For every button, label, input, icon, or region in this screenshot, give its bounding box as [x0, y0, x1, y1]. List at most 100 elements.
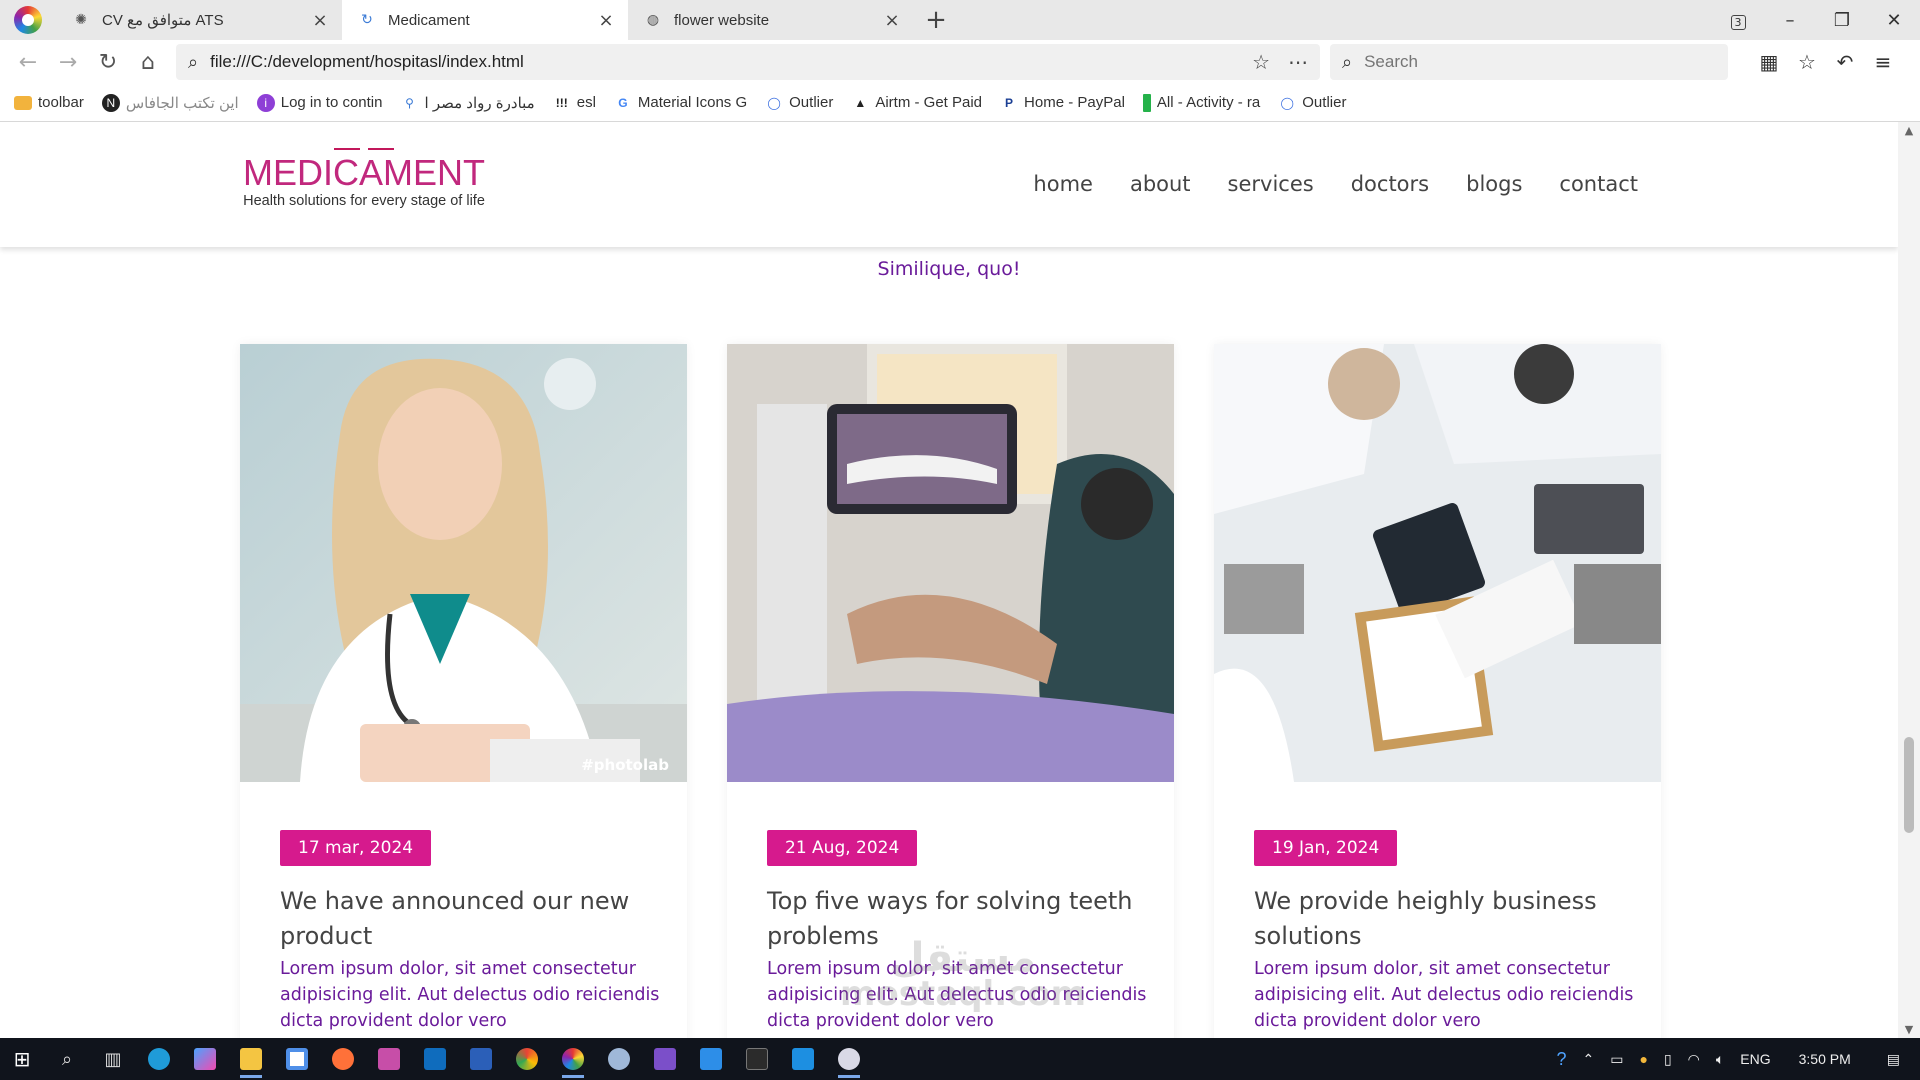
site-logo[interactable]: MEDICAMENT Health solutions for every st…: [243, 148, 485, 209]
close-icon[interactable]: ×: [310, 10, 330, 31]
nav-blogs[interactable]: blogs: [1466, 172, 1522, 196]
search-field[interactable]: ⌕: [1330, 44, 1728, 80]
blog-card[interactable]: #photolab 17 mar, 2024 We have announced…: [240, 344, 687, 1038]
nav-doctors[interactable]: doctors: [1351, 172, 1429, 196]
nav-about[interactable]: about: [1130, 172, 1191, 196]
exclaim-icon: !!!: [555, 95, 568, 110]
clock[interactable]: 3:50 PM: [1799, 1051, 1851, 1067]
close-icon[interactable]: ×: [596, 10, 616, 31]
bookmark-airtm[interactable]: ▲ Airtm - Get Paid: [851, 94, 982, 112]
url-text[interactable]: file:///C:/development/hospitasl/index.h…: [210, 52, 1234, 72]
tab-ats-cv[interactable]: ✺ CV متوافق مع ATS ×: [56, 0, 342, 40]
device-icon[interactable]: ▯: [1664, 1051, 1672, 1068]
undo-icon[interactable]: ↶: [1826, 50, 1864, 74]
card-title[interactable]: We provide heighly business solutions: [1254, 884, 1634, 954]
close-window-button[interactable]: ✕: [1868, 10, 1920, 31]
bookmark-outlier[interactable]: ◯ Outlier: [765, 94, 833, 112]
tab-title: CV متوافق مع ATS: [102, 12, 224, 29]
bookmark-label: All - Activity - ra: [1156, 94, 1261, 111]
scroll-down-icon[interactable]: ▼: [1898, 1023, 1920, 1036]
blog-card[interactable]: 21 Aug, 2024 Top five ways for solving t…: [727, 344, 1174, 1038]
bookmark-label: Home - PayPal: [1024, 94, 1125, 111]
azure-icon[interactable]: [688, 1038, 734, 1080]
acrobat-icon[interactable]: [366, 1038, 412, 1080]
vscode-icon[interactable]: [780, 1038, 826, 1080]
bookmark-toolbar[interactable]: toolbar: [14, 94, 84, 111]
tab-medicament[interactable]: ↻ Medicament ×: [342, 0, 628, 40]
bookmark-login[interactable]: i Log in to contin: [256, 93, 382, 112]
tab-count-button[interactable]: 3: [1712, 10, 1764, 31]
notification-icon[interactable]: ▤: [1887, 1051, 1900, 1068]
browser-icon[interactable]: [550, 1038, 596, 1080]
edge-icon[interactable]: [136, 1038, 182, 1080]
paint-icon[interactable]: [596, 1038, 642, 1080]
volume-icon[interactable]: 🔈︎: [1716, 1051, 1724, 1068]
date-badge: 17 mar, 2024: [280, 830, 432, 866]
more-icon[interactable]: ⋯: [1288, 50, 1308, 74]
address-bar-row: ← → ↻ ⌂ ⌕ file:///C:/development/hospita…: [0, 40, 1920, 84]
bookmark-notion[interactable]: N اين تكتب الجافاس: [101, 93, 239, 112]
page-scrollbar[interactable]: ▲ ▼: [1898, 122, 1920, 1038]
bookmark-paypal[interactable]: P Home - PayPal: [1000, 94, 1125, 112]
blog-card[interactable]: 19 Jan, 2024 We provide heighly business…: [1214, 344, 1661, 1038]
back-button[interactable]: ←: [8, 50, 48, 75]
help-icon[interactable]: ?: [1556, 1049, 1566, 1070]
system-tray: ? ⌃ ▭ ● ▯ ◠ 🔈︎ ENG 3:50 PM ▤: [1548, 1038, 1920, 1080]
minimize-button[interactable]: –: [1764, 10, 1816, 31]
scroll-up-icon[interactable]: ▲: [1898, 124, 1920, 137]
outlook-icon[interactable]: [412, 1038, 458, 1080]
menu-icon[interactable]: ≡: [1864, 50, 1902, 74]
search-icon[interactable]: ⌕: [44, 1038, 90, 1080]
start-icon[interactable]: ⊞: [0, 1038, 44, 1080]
chrome-icon[interactable]: [504, 1038, 550, 1080]
forward-button[interactable]: →: [48, 50, 88, 75]
nav-home[interactable]: home: [1033, 172, 1093, 196]
app-tray-icon[interactable]: ●: [1639, 1051, 1647, 1067]
scrollbar-thumb[interactable]: [1904, 737, 1914, 833]
restore-button[interactable]: ❐: [1816, 10, 1868, 31]
bookmark-rowad[interactable]: ⚲ مبادرة رواد مصر ا: [400, 94, 535, 112]
visual-studio-icon[interactable]: [642, 1038, 688, 1080]
card-text: Lorem ipsum dolor, sit amet consectetur …: [280, 959, 660, 1031]
bookmark-label: Airtm - Get Paid: [875, 94, 983, 111]
home-button[interactable]: ⌂: [128, 50, 168, 75]
browser-alt-icon[interactable]: [826, 1038, 872, 1080]
favorites-icon[interactable]: ☆: [1788, 50, 1826, 74]
dental-procedure-photo: [727, 344, 1174, 782]
browser-logo-icon[interactable]: [0, 0, 56, 40]
watermark: مستقل mostaql.com: [840, 935, 1086, 1012]
reload-button[interactable]: ↻: [88, 50, 128, 75]
window-controls: 3 – ❐ ✕: [1712, 0, 1920, 40]
bookmark-label: Outlier: [789, 94, 834, 111]
firefox-icon[interactable]: [320, 1038, 366, 1080]
card-title[interactable]: We have announced our new product: [280, 884, 660, 954]
terminal-icon[interactable]: [734, 1038, 780, 1080]
wifi-icon[interactable]: ◠: [1688, 1051, 1700, 1068]
bookmark-outlier-2[interactable]: ◯ Outlier: [1278, 94, 1347, 112]
word-icon[interactable]: [458, 1038, 504, 1080]
nav-services[interactable]: services: [1228, 172, 1314, 196]
bookmark-label: toolbar: [38, 94, 84, 111]
search-input[interactable]: [1364, 52, 1705, 72]
battery-icon[interactable]: ▭: [1610, 1051, 1623, 1068]
photo-caption: #photolab: [581, 756, 669, 774]
copilot-icon[interactable]: [182, 1038, 228, 1080]
nav-contact[interactable]: contact: [1559, 172, 1638, 196]
language-indicator[interactable]: ENG: [1740, 1051, 1770, 1067]
star-icon[interactable]: ☆: [1252, 50, 1270, 74]
bookmark-esl[interactable]: !!! esl: [553, 94, 596, 112]
store-icon[interactable]: [274, 1038, 320, 1080]
tab-count: 3: [1730, 14, 1746, 30]
chevron-up-icon[interactable]: ⌃: [1583, 1051, 1595, 1068]
new-tab-button[interactable]: +: [914, 0, 958, 40]
file-explorer-icon[interactable]: [228, 1038, 274, 1080]
bookmark-material-icons[interactable]: G Material Icons G: [614, 94, 747, 112]
close-icon[interactable]: ×: [882, 10, 902, 31]
watermark-line1: مستقل: [889, 935, 1037, 981]
tab-flower-website[interactable]: ◍ flower website ×: [628, 0, 914, 40]
apps-grid-icon[interactable]: ▦: [1750, 50, 1788, 74]
google-icon: G: [618, 95, 628, 110]
bookmark-activity[interactable]: All - Activity - ra: [1142, 93, 1261, 112]
task-view-icon[interactable]: ▥: [90, 1038, 136, 1080]
url-field[interactable]: ⌕ file:///C:/development/hospitasl/index…: [176, 44, 1320, 80]
